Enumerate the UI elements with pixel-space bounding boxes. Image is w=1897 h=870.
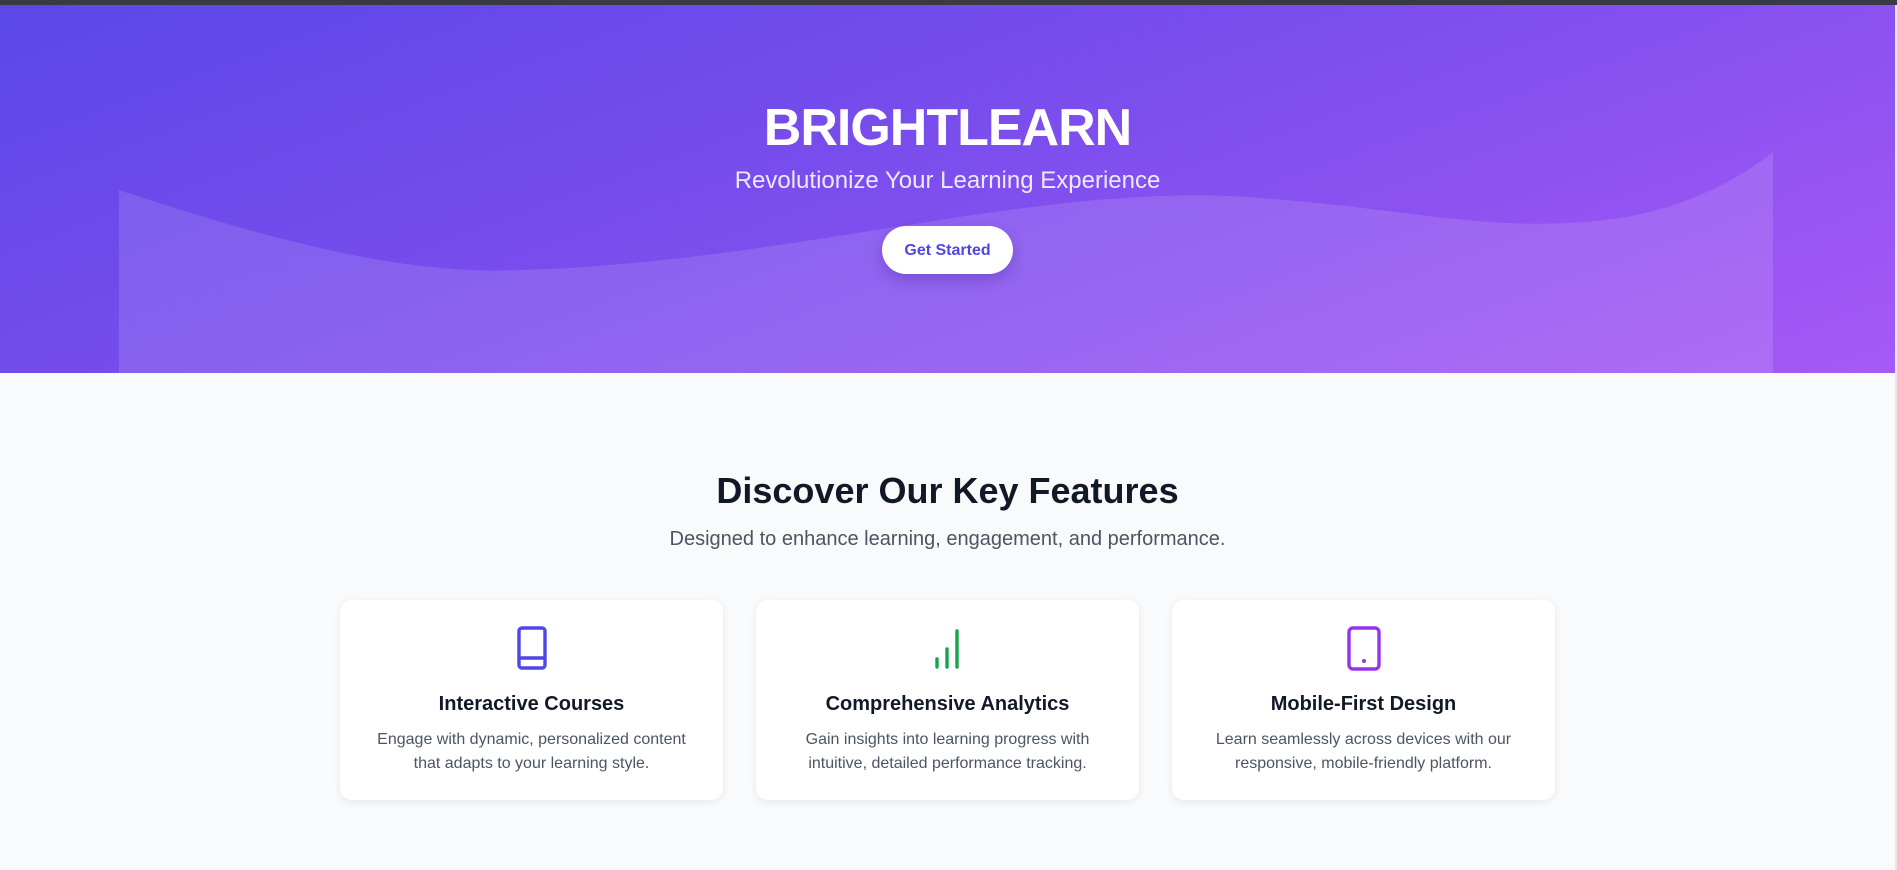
feature-card-mobile-first-design: Mobile-First Design Learn seamlessly acr… [1172,600,1555,800]
feature-card-title: Mobile-First Design [1270,693,1457,715]
features-section: Discover Our Key Features Designed to en… [0,470,1895,552]
hero-tagline: Revolutionize Your Learning Experience [734,167,1161,194]
features-heading: Discover Our Key Features [716,470,1179,511]
feature-card-interactive-courses: Interactive Courses Engage with dynamic,… [340,600,723,800]
hero-section: BRIGHTLEARN Revolutionize Your Learning … [0,0,1895,373]
feature-card-description: Gain insights into learning progress wit… [805,731,1090,772]
feature-card-description: Learn seamlessly across devices with our… [1215,731,1512,772]
feature-card-title: Interactive Courses [438,693,625,715]
hero-content: BRIGHTLEARN Revolutionize Your Learning … [0,0,1895,274]
book-icon [516,626,547,670]
feature-cards: Interactive Courses Engage with dynamic,… [340,600,1555,800]
landing-page: BRIGHTLEARN Revolutionize Your Learning … [0,0,1895,870]
feature-card-comprehensive-analytics: Comprehensive Analytics Gain insights in… [756,600,1139,800]
feature-card-title: Comprehensive Analytics [825,693,1070,715]
brand-title: BRIGHTLEARN [763,99,1132,157]
features-subheading: Designed to enhance learning, engagement… [669,528,1226,550]
get-started-button[interactable]: Get Started [882,226,1013,274]
bar-chart-icon [934,629,959,669]
tablet-icon [1346,626,1381,671]
browser-top-border [0,0,1897,5]
feature-card-description: Engage with dynamic, personalized conten… [377,731,686,772]
